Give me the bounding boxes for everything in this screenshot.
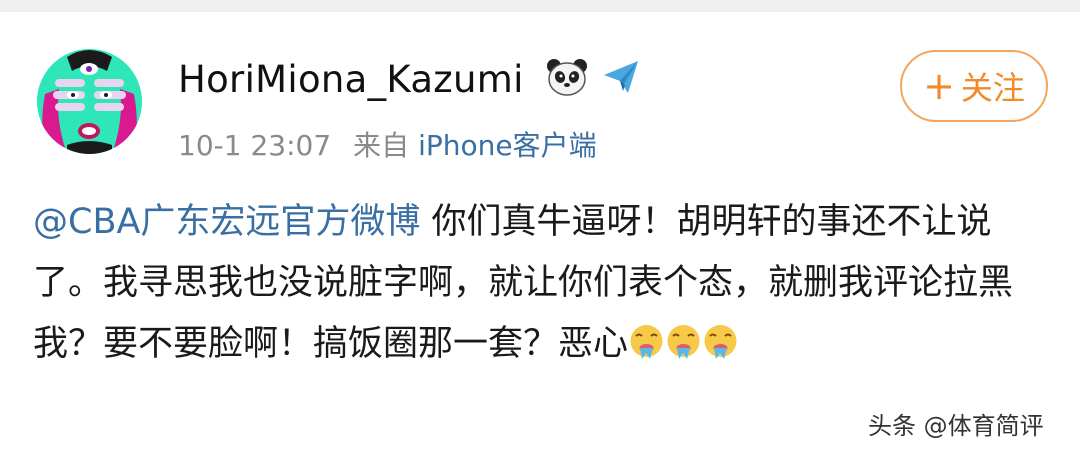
post-meta: 10-1 23:07 来自 iPhone客户端 <box>178 124 597 164</box>
vomiting-face-icon <box>702 319 739 359</box>
username[interactable]: HoriMiona_Kazumi <box>178 58 524 101</box>
watermark: 头条 @体育简评 <box>868 412 1044 440</box>
top-divider-bar <box>0 0 1080 12</box>
paper-plane-icon <box>601 57 641 101</box>
panda-icon <box>545 57 589 101</box>
vomiting-face-icon <box>628 319 665 359</box>
vomiting-face-icon <box>665 319 702 359</box>
avatar[interactable] <box>37 49 142 154</box>
mention-link[interactable]: @CBA广东宏远官方微博 <box>33 202 420 242</box>
follow-label: 关注 <box>960 69 1025 107</box>
source-app-link[interactable]: iPhone客户端 <box>418 129 597 162</box>
post-time: 10-1 23:07 <box>178 129 332 162</box>
user-badges <box>545 57 641 101</box>
follow-button[interactable]: + 关注 <box>900 50 1048 122</box>
post-body: @CBA广东宏远官方微博 你们真牛逼呀！胡明轩的事还不让说了。我寻思我也没说脏字… <box>33 192 1048 375</box>
source-prefix: 来自 <box>353 129 410 162</box>
plus-icon: + <box>923 64 955 108</box>
